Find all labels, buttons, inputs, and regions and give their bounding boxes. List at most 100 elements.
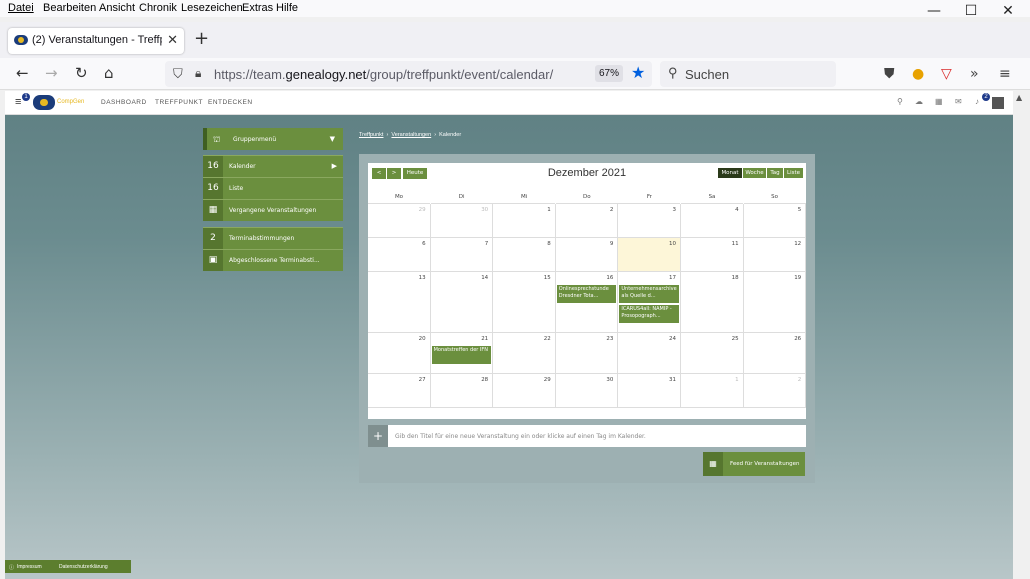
day-number[interactable]: 21 xyxy=(481,336,488,342)
calendar-day-cell[interactable]: 7 xyxy=(430,238,494,272)
day-number[interactable]: 27 xyxy=(419,377,426,383)
view-month-button[interactable]: Monat xyxy=(718,168,742,178)
day-number[interactable]: 30 xyxy=(481,207,488,213)
calendar-icon[interactable]: ▦ xyxy=(935,97,943,106)
calendar-day-cell[interactable]: 23 xyxy=(555,333,619,374)
scroll-up-icon[interactable]: ▲ xyxy=(1016,93,1022,102)
day-number[interactable]: 11 xyxy=(732,241,739,247)
menu-hilfe[interactable]: Hilfe xyxy=(276,2,298,14)
maximize-button[interactable]: ☐ xyxy=(952,0,990,24)
calendar-day-cell[interactable]: 30 xyxy=(430,204,494,238)
day-number[interactable]: 20 xyxy=(419,336,426,342)
browser-tab[interactable]: (2) Veranstaltungen - Treffpunkt ✕ xyxy=(8,28,184,54)
day-number[interactable]: 22 xyxy=(544,336,551,342)
day-number[interactable]: 7 xyxy=(485,241,489,247)
calendar-day-cell[interactable]: 15 xyxy=(493,272,556,333)
calendar-day-cell[interactable]: 12 xyxy=(743,238,807,272)
breadcrumb-veranstaltungen[interactable]: Veranstaltungen xyxy=(391,132,431,138)
sidebar-item-closed-polls[interactable]: ▣ Abgeschlossene Terminabsti... xyxy=(203,249,343,271)
calendar-day-cell[interactable]: 26 xyxy=(743,333,807,374)
day-number[interactable]: 15 xyxy=(544,275,551,281)
day-number[interactable]: 4 xyxy=(735,207,739,213)
calendar-day-cell[interactable]: 27 xyxy=(368,374,431,408)
avatar[interactable] xyxy=(992,97,1004,109)
calendar-day-cell[interactable]: 14 xyxy=(430,272,494,333)
nav-dashboard[interactable]: DASHBOARD xyxy=(101,99,147,106)
calendar-day-cell[interactable]: 28 xyxy=(430,374,494,408)
day-number[interactable]: 5 xyxy=(798,207,802,213)
bookmark-star-icon[interactable]: ★ xyxy=(631,63,645,83)
day-number[interactable]: 30 xyxy=(606,377,613,383)
day-number[interactable]: 19 xyxy=(794,275,801,281)
day-number[interactable]: 10 xyxy=(669,241,676,247)
back-icon[interactable]: ← xyxy=(16,64,29,82)
day-number[interactable]: 8 xyxy=(547,241,551,247)
cloud-icon[interactable]: ☁ xyxy=(915,97,923,106)
calendar-day-cell[interactable]: 18 xyxy=(681,272,744,333)
day-number[interactable]: 13 xyxy=(419,275,426,281)
calendar-day-cell[interactable]: 19 xyxy=(743,272,807,333)
sidebar-item-polls[interactable]: 2 Terminabstimmungen xyxy=(203,227,343,249)
view-day-button[interactable]: Tag xyxy=(767,168,783,178)
day-number[interactable]: 16 xyxy=(606,275,613,281)
menu-extras[interactable]: Extras xyxy=(242,2,273,14)
lock-icon[interactable]: 🔒︎ xyxy=(195,66,201,81)
new-tab-button[interactable]: + xyxy=(194,28,209,49)
hamburger-menu-icon[interactable]: ≡ xyxy=(999,66,1011,82)
calendar-day-cell[interactable]: 24 xyxy=(618,333,681,374)
extension-icon[interactable]: ● xyxy=(912,66,924,82)
compgen-logo[interactable] xyxy=(33,95,55,110)
calendar-day-cell[interactable]: 11 xyxy=(681,238,744,272)
sidebar-item-past-events[interactable]: ▦ Vergangene Veranstaltungen xyxy=(203,199,343,221)
mail-icon[interactable]: ✉ xyxy=(955,97,962,106)
day-number[interactable]: 1 xyxy=(547,207,551,213)
impressum-link[interactable]: Impressum xyxy=(17,564,42,570)
url-bar[interactable]: ⛉ 🔒︎ https://team.genealogy.net/group/tr… xyxy=(165,61,652,87)
day-number[interactable]: 29 xyxy=(419,207,426,213)
home-icon[interactable]: ⌂ xyxy=(104,64,114,82)
calendar-day-cell[interactable]: 29 xyxy=(368,204,431,238)
reload-icon[interactable]: ↻ xyxy=(75,64,88,82)
sidebar-item-kalender[interactable]: 16 Kalender ▶ xyxy=(203,155,343,177)
calendar-day-cell[interactable]: 30 xyxy=(555,374,619,408)
calendar-day-cell[interactable]: 3 xyxy=(618,204,681,238)
day-number[interactable]: 14 xyxy=(481,275,488,281)
calendar-event[interactable]: ICARUS4all: NAMIP - Prosopograph... xyxy=(619,305,679,323)
menu-datei[interactable]: Datei xyxy=(8,2,34,14)
day-number[interactable]: 3 xyxy=(672,207,676,213)
menu-ansicht[interactable]: Ansicht xyxy=(99,2,135,14)
minimize-button[interactable]: — xyxy=(915,0,953,24)
calendar-event[interactable]: Monatstreffen der IFN xyxy=(431,346,492,364)
day-number[interactable]: 12 xyxy=(794,241,801,247)
search-bar[interactable]: ⚲ Suchen xyxy=(660,61,836,87)
new-event-input[interactable]: + Gib den Titel für eine neue Veranstalt… xyxy=(368,425,806,447)
day-number[interactable]: 23 xyxy=(606,336,613,342)
day-number[interactable]: 2 xyxy=(798,377,802,383)
calendar-day-cell[interactable]: 31 xyxy=(618,374,681,408)
calendar-day-cell[interactable]: 20 xyxy=(368,333,431,374)
day-number[interactable]: 31 xyxy=(669,377,676,383)
privacy-link[interactable]: Datenschutzerklärung xyxy=(59,564,108,570)
calendar-day-cell[interactable]: 9 xyxy=(555,238,619,272)
calendar-day-cell[interactable]: 29 xyxy=(493,374,556,408)
nav-treffpunkt[interactable]: TREFFPUNKT xyxy=(155,99,203,106)
calendar-day-cell[interactable]: 8 xyxy=(493,238,556,272)
day-number[interactable]: 18 xyxy=(732,275,739,281)
day-number[interactable]: 2 xyxy=(610,207,614,213)
breadcrumb-treffpunkt[interactable]: Treffpunkt xyxy=(359,132,383,138)
day-number[interactable]: 26 xyxy=(794,336,801,342)
url-text[interactable]: https://team.genealogy.net/group/treffpu… xyxy=(214,67,553,82)
day-number[interactable]: 9 xyxy=(610,241,614,247)
day-number[interactable]: 25 xyxy=(732,336,739,342)
zoom-indicator[interactable]: 67% xyxy=(595,65,623,82)
menu-bearbeiten[interactable]: Bearbeiten xyxy=(43,2,96,14)
day-number[interactable]: 6 xyxy=(422,241,426,247)
close-tab-icon[interactable]: ✕ xyxy=(167,32,178,48)
menu-chronik[interactable]: Chronik xyxy=(139,2,177,14)
sidebar-item-liste[interactable]: 16 Liste xyxy=(203,177,343,199)
day-number[interactable]: 1 xyxy=(735,377,739,383)
calendar-event[interactable]: Onlinesprechstunde Dresdner Tota... xyxy=(556,285,617,303)
day-number[interactable]: 29 xyxy=(544,377,551,383)
ublock-icon[interactable]: ▽ xyxy=(941,66,952,82)
overflow-icon[interactable]: » xyxy=(970,66,979,82)
